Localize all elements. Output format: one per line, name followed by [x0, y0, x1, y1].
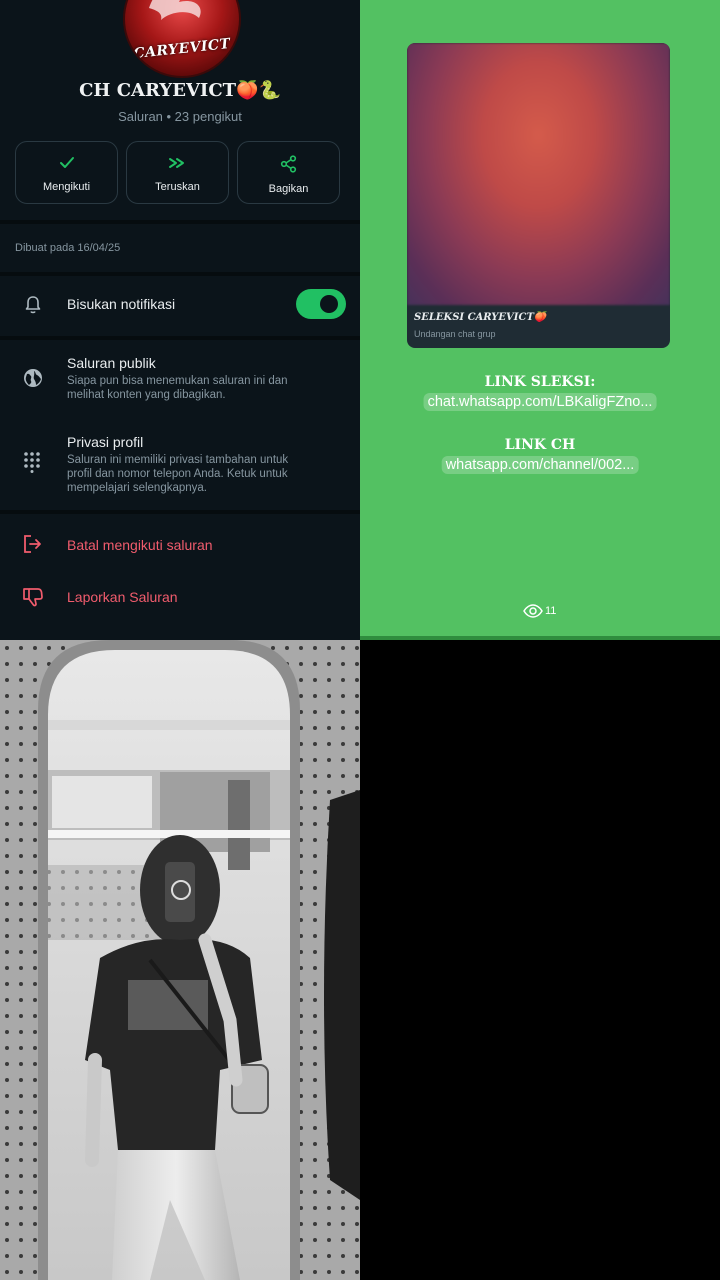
- eye-icon: [523, 604, 543, 618]
- toggle-knob: [320, 295, 338, 313]
- check-icon: [59, 157, 74, 168]
- public-channel-row[interactable]: Saluran publik Siapa pun bisa menemukan …: [0, 345, 360, 413]
- globe-icon: [24, 369, 42, 387]
- exit-icon: [24, 535, 41, 553]
- link-channel-heading: LINK CH: [504, 437, 576, 453]
- forward-button[interactable]: Teruskan: [126, 141, 229, 204]
- channel-avatar[interactable]: CARYEVICT: [123, 0, 241, 78]
- dialpad-icon: [24, 452, 40, 473]
- channel-subtitle: Saluran • 23 pengikut: [118, 109, 242, 124]
- mute-toggle[interactable]: [296, 289, 346, 319]
- selection-link[interactable]: chat.whatsapp.com/LBKaligFZno...: [423, 393, 657, 411]
- following-button[interactable]: Mengikuti: [15, 141, 118, 204]
- channel-message: SELEKSI CARYEVICT🍑 Undangan chat grup LI…: [360, 0, 720, 640]
- divider: [0, 510, 360, 514]
- following-label: Mengikuti: [42, 181, 91, 193]
- invite-title: SELEKSI CARYEVICT🍑: [414, 312, 547, 323]
- channel-info-panel: CARYEVICT CH CARYEVICT🍑🐍 Saluran • 23 pe…: [0, 0, 360, 640]
- share-label: Bagikan: [268, 183, 309, 195]
- view-count-value: 11: [545, 605, 557, 617]
- public-channel-label: Saluran publik: [67, 355, 156, 371]
- share-button[interactable]: Bagikan: [237, 141, 340, 204]
- forward-icon: [168, 158, 184, 168]
- avatar-brand-text: CARYEVICT: [132, 35, 232, 63]
- created-date: Dibuat pada 16/04/25: [15, 242, 121, 254]
- channel-title: CH CARYEVICT🍑🐍: [79, 80, 281, 101]
- divider: [0, 272, 360, 276]
- dragon-logo-icon: [149, 0, 201, 20]
- report-label: Laporkan Saluran: [67, 589, 178, 605]
- group-invite-card[interactable]: SELEKSI CARYEVICT🍑 Undangan chat grup: [407, 43, 670, 348]
- channel-link[interactable]: whatsapp.com/channel/002...: [441, 456, 639, 474]
- report-channel-row[interactable]: Laporkan Saluran: [0, 574, 360, 620]
- thumbs-down-icon: [23, 588, 43, 607]
- unfollow-channel-row[interactable]: Batal mengikuti saluran: [0, 522, 360, 568]
- public-channel-desc: Siapa pun bisa menemukan saluran ini dan…: [67, 375, 288, 401]
- mirror-selfie-photo: [0, 640, 360, 1280]
- profile-privacy-row[interactable]: Privasi profil Saluran ini memiliki priv…: [0, 425, 360, 505]
- empty-panel: [360, 640, 720, 1280]
- profile-privacy-label: Privasi profil: [67, 434, 144, 450]
- divider: [0, 220, 360, 224]
- view-count: 11: [523, 604, 556, 618]
- invite-image: [407, 43, 670, 305]
- mute-label: Bisukan notifikasi: [67, 296, 176, 312]
- forward-label: Teruskan: [155, 181, 200, 193]
- invite-subtitle: Undangan chat grup: [414, 329, 496, 339]
- profile-privacy-desc: Saluran ini memiliki privasi tambahan un…: [67, 454, 289, 494]
- divider: [0, 336, 360, 340]
- unfollow-label: Batal mengikuti saluran: [67, 537, 213, 553]
- link-selection-heading: LINK SLEKSI:: [484, 374, 596, 390]
- photo-image: [0, 640, 360, 1280]
- action-buttons: Mengikuti Teruskan Bagikan: [15, 141, 340, 204]
- share-icon: [280, 155, 296, 173]
- bell-icon: [25, 296, 41, 314]
